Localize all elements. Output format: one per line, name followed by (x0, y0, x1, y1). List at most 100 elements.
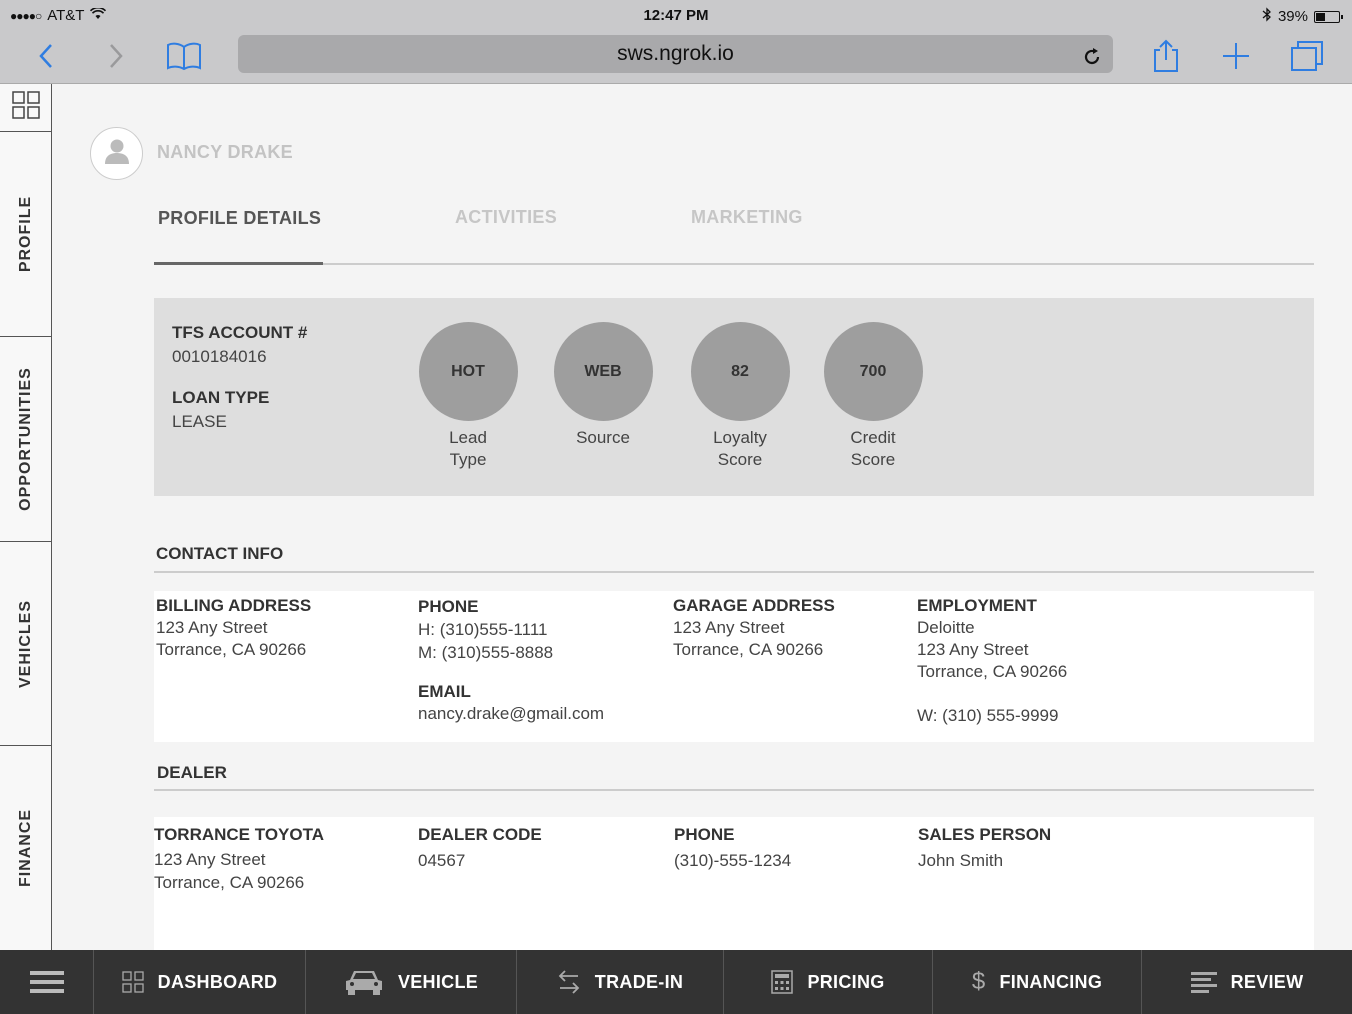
billing-address-line1: 123 Any Street (156, 618, 268, 637)
dealer-code-label: DEALER CODE (418, 825, 542, 844)
garage-address-label: GARAGE ADDRESS (673, 596, 835, 615)
billing-address: BILLING ADDRESS 123 Any Street Torrance,… (156, 595, 311, 661)
browser-toolbar: sws.ngrok.io (0, 30, 1352, 84)
avatar (90, 127, 143, 180)
apps-grid-button[interactable] (0, 84, 52, 132)
loan-type-label: LOAN TYPE (172, 388, 270, 407)
tab-activities[interactable]: ACTIVITIES (455, 207, 557, 228)
employment: EMPLOYMENT Deloitte 123 Any Street Torra… (917, 595, 1067, 727)
clock: 12:47 PM (643, 7, 709, 24)
dealer-name: TORRANCE TOYOTA (154, 825, 325, 844)
employer-name: Deloitte (917, 618, 975, 637)
credit-score-metric: 700 Credit Score (823, 322, 923, 471)
sales-person: SALES PERSON John Smith (918, 823, 1051, 872)
battery-icon (1314, 10, 1343, 23)
tab-marketing[interactable]: MARKETING (691, 207, 803, 228)
sales-person-value: John Smith (918, 851, 1004, 870)
side-tab-label: VEHICLES (17, 599, 35, 688)
reload-icon[interactable] (1081, 43, 1103, 65)
loyalty-score-metric: 82 Loyalty Score (690, 322, 790, 471)
grid-icon (121, 971, 144, 993)
loan-type-value: LEASE (172, 412, 227, 431)
tabs-overview-button[interactable] (1289, 38, 1325, 74)
car-icon (344, 968, 384, 996)
bookmarks-button[interactable] (166, 38, 202, 74)
phone-label: PHONE (418, 597, 479, 616)
metric-circle: WEB (553, 322, 653, 421)
email-label: EMAIL (418, 682, 471, 701)
menu-button[interactable] (0, 950, 94, 1014)
new-tab-button[interactable] (1218, 38, 1254, 74)
side-tab-vehicles[interactable]: VEHICLES (0, 542, 52, 746)
nav-financing[interactable]: $ FINANCING (933, 950, 1142, 1014)
user-icon (102, 136, 132, 171)
dealer-phone-label: PHONE (674, 825, 735, 844)
nav-label: TRADE-IN (594, 971, 684, 992)
dollar-icon: $ (971, 968, 986, 995)
source-metric: WEB Source (553, 322, 653, 449)
profile-tabs: PROFILE DETAILS ACTIVITIES MARKETING (154, 205, 1314, 265)
divider (154, 789, 1314, 791)
nav-pricing[interactable]: PRICING (724, 950, 933, 1014)
account-number-value: 0010184016 (172, 347, 267, 366)
side-navigation: PROFILE OPPORTUNITIES VEHICLES FINANCE (0, 84, 52, 950)
bluetooth-icon (1262, 7, 1272, 26)
contact-phone: PHONE H: (310)555-1111 M: (310)555-8888 … (418, 596, 604, 725)
nav-dashboard[interactable]: DASHBOARD (94, 950, 306, 1014)
garage-address-line2: Torrance, CA 90266 (673, 640, 824, 659)
home-phone: H: (310)555-1111 (418, 620, 548, 639)
dealer-code-value: 04567 (418, 851, 466, 870)
forward-button[interactable] (98, 38, 134, 74)
dealer-phone: PHONE (310)-555-1234 (674, 823, 791, 872)
dealer-phone-value: (310)-555-1234 (674, 851, 792, 870)
dealer-panel: TORRANCE TOYOTA 123 Any Street Torrance,… (154, 817, 1314, 950)
battery-fill (1316, 12, 1326, 21)
metric-circle: 700 (823, 322, 923, 421)
nav-review[interactable]: REVIEW (1142, 950, 1352, 1014)
address-bar[interactable]: sws.ngrok.io (238, 35, 1113, 73)
customer-name: NANCY DRAKE (157, 142, 293, 162)
active-tab-indicator (154, 262, 323, 265)
employment-label: EMPLOYMENT (917, 596, 1037, 615)
nav-vehicle[interactable]: VEHICLE (306, 950, 517, 1014)
sales-person-label: SALES PERSON (918, 825, 1052, 844)
side-tab-label: FINANCE (17, 808, 35, 888)
list-icon (1190, 971, 1217, 993)
employer-address-line1: 123 Any Street (917, 640, 1029, 659)
divider (154, 571, 1314, 573)
side-tab-profile[interactable]: PROFILE (0, 132, 52, 337)
nav-label: VEHICLE (397, 971, 479, 992)
share-button[interactable] (1148, 38, 1184, 74)
billing-address-label: BILLING ADDRESS (156, 596, 312, 615)
side-tab-opportunities[interactable]: OPPORTUNITIES (0, 337, 52, 542)
dealer-info: TORRANCE TOYOTA 123 Any Street Torrance,… (154, 823, 324, 894)
metric-caption: Source (576, 428, 630, 447)
back-button[interactable] (28, 38, 64, 74)
billing-address-line2: Torrance, CA 90266 (156, 640, 307, 659)
metric-caption: Credit Score (850, 428, 896, 469)
nav-label: REVIEW (1230, 971, 1304, 992)
metric-circle: 82 (690, 322, 790, 421)
metric-caption: Lead Type (449, 428, 487, 469)
swap-icon (557, 968, 581, 996)
contact-info-heading: CONTACT INFO (156, 544, 284, 563)
dealer-address-line2: Torrance, CA 90266 (154, 873, 305, 892)
nav-trade-in[interactable]: TRADE-IN (517, 950, 724, 1014)
mobile-phone: M: (310)555-8888 (418, 643, 554, 662)
garage-address-line1: 123 Any Street (673, 618, 785, 637)
tab-profile-details[interactable]: PROFILE DETAILS (158, 208, 321, 229)
contact-info-panel: BILLING ADDRESS 123 Any Street Torrance,… (154, 591, 1314, 742)
menu-icon (29, 970, 64, 994)
status-bar: ●●●●○ AT&T 12:47 PM 39% (0, 0, 1352, 30)
url-text: sws.ngrok.io (617, 42, 734, 65)
account-summary-panel: TFS ACCOUNT # 0010184016 LOAN TYPE LEASE… (154, 298, 1314, 496)
dealer-heading: DEALER (157, 763, 227, 782)
employer-address-line2: Torrance, CA 90266 (917, 662, 1068, 681)
lead-type-metric: HOT Lead Type (418, 322, 518, 471)
dealer-address-line1: 123 Any Street (154, 850, 266, 869)
battery-percent: 39% (1277, 8, 1308, 25)
metric-caption: Loyalty Score (713, 428, 767, 469)
side-tab-finance[interactable]: FINANCE (0, 746, 52, 950)
email-value: nancy.drake@gmail.com (418, 704, 605, 723)
work-phone: W: (310) 555-9999 (917, 706, 1059, 725)
